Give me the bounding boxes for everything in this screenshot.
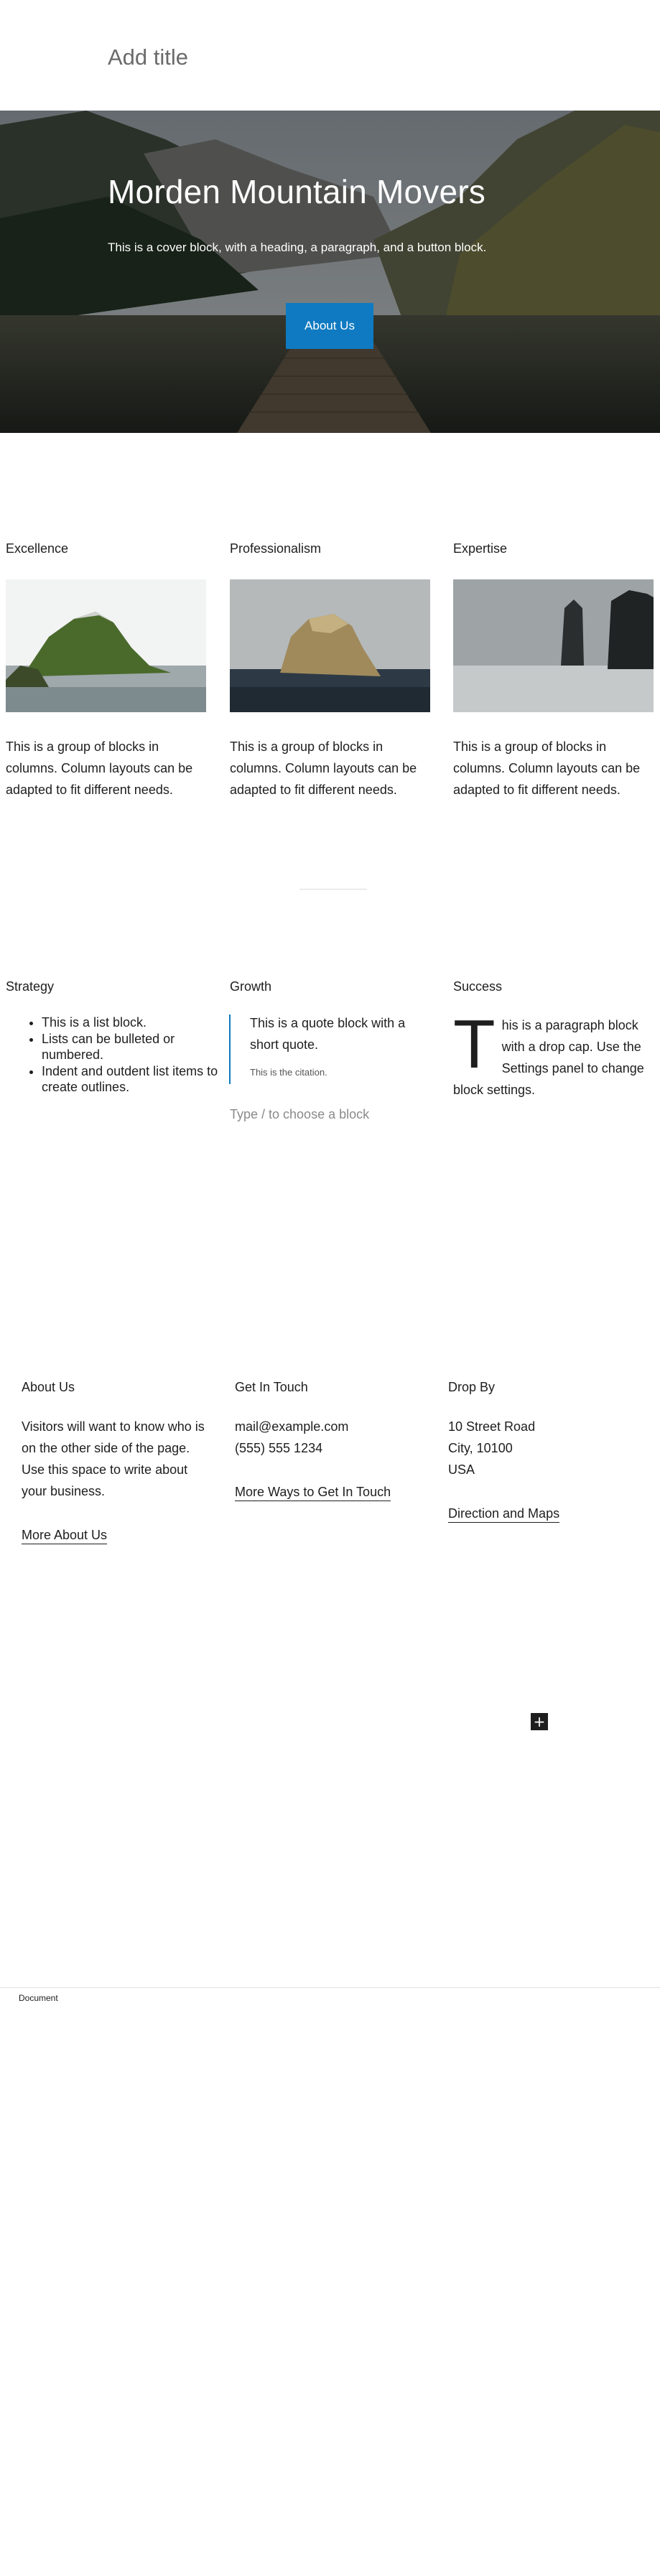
- quote-text[interactable]: This is a quote block with a short quote…: [250, 1012, 432, 1055]
- column-heading-professionalism[interactable]: Professionalism: [230, 541, 321, 556]
- more-about-us-link[interactable]: More About Us: [22, 1528, 108, 1544]
- quote-block[interactable]: This is a quote block with a short quote…: [229, 1014, 432, 1084]
- list-item[interactable]: This is a list block.: [42, 1014, 221, 1030]
- block-appender-placeholder[interactable]: Type / to choose a block: [230, 1107, 369, 1122]
- post-title-field[interactable]: Add title: [108, 45, 188, 70]
- list-item[interactable]: Indent and outdent list items to create …: [42, 1063, 221, 1095]
- column-heading-success[interactable]: Success: [453, 979, 502, 994]
- list-block[interactable]: This is a list block. Lists can be bulle…: [42, 1014, 221, 1096]
- quote-citation[interactable]: This is the citation.: [250, 1067, 432, 1078]
- column-heading-expertise[interactable]: Expertise: [453, 541, 507, 556]
- footer-city[interactable]: City, 10100: [448, 1437, 513, 1459]
- more-ways-contact-link[interactable]: More Ways to Get In Touch: [235, 1485, 391, 1501]
- list-item[interactable]: Lists can be bulleted or numbered.: [42, 1031, 221, 1063]
- block-breadcrumb-bar: Document: [0, 1987, 660, 2007]
- cover-overlay: [0, 111, 660, 433]
- column-image-professionalism[interactable]: [230, 579, 430, 712]
- post-title-wrapper: Add title: [108, 45, 188, 70]
- plus-icon[interactable]: +: [531, 1713, 548, 1730]
- about-us-button[interactable]: About Us: [286, 303, 373, 349]
- separator-block[interactable]: [299, 889, 367, 890]
- footer-heading-contact[interactable]: Get In Touch: [235, 1380, 308, 1395]
- footer-street[interactable]: 10 Street Road: [448, 1416, 535, 1437]
- column-heading-strategy[interactable]: Strategy: [6, 979, 54, 994]
- footer-heading-visit[interactable]: Drop By: [448, 1380, 495, 1395]
- footer-phone[interactable]: (555) 555 1234: [235, 1437, 322, 1459]
- cover-block[interactable]: Morden Mountain Movers This is a cover b…: [0, 111, 660, 433]
- footer-email[interactable]: mail@example.com: [235, 1416, 348, 1437]
- footer-country[interactable]: USA: [448, 1459, 475, 1480]
- cover-heading[interactable]: Morden Mountain Movers: [108, 172, 485, 211]
- column-heading-excellence[interactable]: Excellence: [6, 541, 68, 556]
- footer-heading-about[interactable]: About Us: [22, 1380, 75, 1395]
- column-text-expertise[interactable]: This is a group of blocks in columns. Co…: [453, 736, 658, 801]
- footer-about-text[interactable]: Visitors will want to know who is on the…: [22, 1416, 212, 1502]
- directions-maps-link[interactable]: Direction and Maps: [448, 1506, 560, 1523]
- column-text-professionalism[interactable]: This is a group of blocks in columns. Co…: [230, 736, 434, 801]
- dropcap-paragraph-block[interactable]: This is a paragraph block with a drop ca…: [453, 1006, 651, 1101]
- column-text-excellence[interactable]: This is a group of blocks in columns. Co…: [6, 736, 210, 801]
- cover-paragraph[interactable]: This is a cover block, with a heading, a…: [108, 241, 486, 255]
- column-image-expertise[interactable]: [453, 579, 654, 712]
- column-heading-growth[interactable]: Growth: [230, 979, 271, 994]
- breadcrumb-document[interactable]: Document: [19, 1993, 58, 2003]
- column-image-excellence[interactable]: [6, 579, 206, 712]
- dropcap-letter: T: [453, 1006, 496, 1083]
